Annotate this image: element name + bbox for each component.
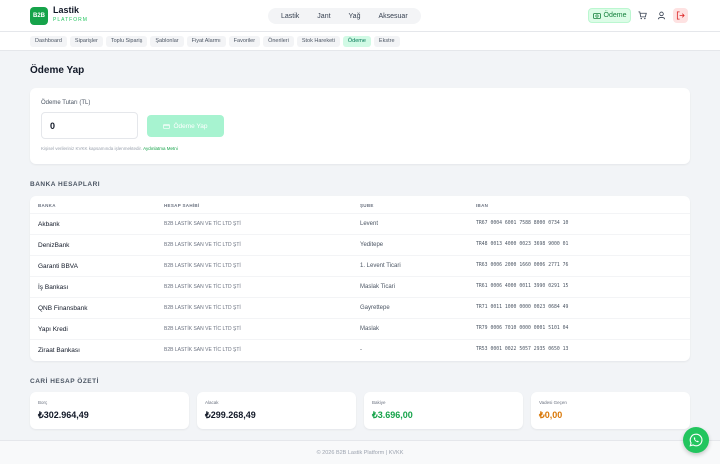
payment-card: Ödeme Tutarı (TL) Ödeme Yap Kişisel veri… — [30, 88, 690, 164]
summary-label: Bakiye — [372, 400, 386, 405]
branch-name: Maslak Ticari — [360, 284, 396, 290]
account-owner: B2B LASTİK SAN VE TİC LTD ŞTİ — [164, 221, 241, 227]
iban-value: TR61 0006 4000 0011 3990 0291 15 — [476, 284, 569, 289]
nav-lastik[interactable]: Lastik — [272, 13, 308, 20]
pay-button-label: Ödeme Yap — [173, 122, 208, 130]
nav-aksesuar[interactable]: Aksesuar — [369, 13, 416, 20]
branch-name: 1. Levent Ticari — [360, 263, 401, 269]
logout-button[interactable] — [673, 8, 688, 23]
amount-input[interactable] — [41, 112, 138, 139]
bank-name: QNB Finansbank — [38, 305, 88, 312]
account-owner: B2B LASTİK SAN VE TİC LTD ŞTİ — [164, 326, 241, 332]
sub-navigation: Dashboard Siparişler Toplu Sipariş Şablonla… — [0, 32, 720, 51]
summary-card: Borç ₺302.964,49 — [30, 392, 189, 429]
kvkk-link[interactable]: Aydınlatma Metni — [143, 146, 178, 151]
column-header-branch: ŞUBE — [360, 203, 374, 208]
account-summary-title: CARİ HESAP ÖZETİ — [30, 378, 99, 385]
money-icon — [592, 12, 601, 19]
subnav-item[interactable]: Şablonlar — [150, 36, 184, 47]
account-owner: B2B LASTİK SAN VE TİC LTD ŞTİ — [164, 263, 241, 269]
page-title: Ödeme Yap — [30, 65, 85, 76]
cart-icon — [638, 11, 647, 20]
column-header-owner: HESAP SAHİBİ — [164, 203, 200, 208]
branch-name: Gayrettepe — [360, 305, 390, 311]
sub-navigation-items: Dashboard Siparişler Toplu Sipariş Şablonla… — [30, 36, 400, 47]
summary-value: ₺299.268,49 — [205, 410, 256, 420]
bank-name: DenizBank — [38, 242, 70, 249]
logout-icon — [676, 11, 685, 20]
summary-value: ₺3.696,00 — [372, 410, 413, 420]
summary-label: Alacak — [205, 400, 219, 405]
account-owner: B2B LASTİK SAN VE TİC LTD ŞTİ — [164, 242, 241, 248]
subnav-item[interactable]: Önerileri — [263, 36, 294, 47]
bank-name: Akbank — [38, 221, 60, 228]
summary-value: ₺0,00 — [539, 410, 563, 420]
pay-button[interactable]: Ödeme Yap — [147, 115, 224, 137]
subnav-item[interactable]: Fiyat Alarmı — [186, 36, 226, 47]
summary-card: Alacak ₺299.268,49 — [197, 392, 356, 429]
iban-value: TR48 0013 4000 0023 3698 9000 01 — [476, 242, 569, 247]
bank-accounts-title: BANKA HESAPLARI — [30, 181, 101, 188]
iban-value: TR63 0006 2000 1660 0006 2771 76 — [476, 263, 569, 268]
amount-label: Ödeme Tutarı (TL) — [41, 100, 91, 106]
bank-name: Ziraat Bankası — [38, 347, 80, 354]
brand-subtitle: PLATFORM — [53, 17, 88, 23]
account-owner: B2B LASTİK SAN VE TİC LTD ŞTİ — [164, 305, 241, 311]
subnav-item[interactable]: Favoriler — [228, 36, 261, 47]
summary-value: ₺302.964,49 — [38, 410, 89, 420]
card-icon — [163, 123, 171, 129]
account-owner: B2B LASTİK SAN VE TİC LTD ŞTİ — [164, 284, 241, 290]
category-nav: Lastik Jant Yağ Aksesuar — [268, 8, 421, 24]
bank-name: Yapı Kredi — [38, 326, 68, 333]
table-row: Ziraat Bankası B2B LASTİK SAN VE TİC LTD … — [30, 339, 690, 360]
table-row: İş Bankası B2B LASTİK SAN VE TİC LTD ŞTİ M… — [30, 276, 690, 297]
branch-name: Maslak — [360, 326, 380, 332]
iban-value: TR79 0006 7010 0000 0001 5101 04 — [476, 326, 569, 331]
table-row: Garanti BBVA B2B LASTİK SAN VE TİC LTD ŞT… — [30, 255, 690, 276]
user-button[interactable] — [654, 8, 669, 23]
footer: © 2026 B2B Lastik Platform | KVKK — [0, 440, 720, 464]
subnav-item[interactable]: Ödeme — [342, 36, 371, 47]
iban-value: TR71 0011 1000 0000 0023 0684 49 — [476, 305, 569, 310]
bank-name: İş Bankası — [38, 284, 69, 291]
user-icon — [657, 11, 666, 20]
kvkk-note-text: Kişisel verileriniz KVKK kapsamında işle… — [41, 146, 143, 151]
brand-name: Lastik — [53, 5, 80, 15]
summary-label: Vadesi Geçen — [539, 400, 567, 405]
column-header-iban: IBAN — [476, 203, 489, 208]
table-row: QNB Finansbank B2B LASTİK SAN VE TİC LTD … — [30, 297, 690, 318]
branch-name: Yeditepe — [360, 242, 384, 248]
odeme-button[interactable]: Ödeme — [588, 8, 631, 23]
column-header-bank: BANKA — [38, 203, 56, 208]
summary-card: Bakiye ₺3.696,00 — [364, 392, 523, 429]
odeme-button-label: Ödeme — [603, 12, 627, 19]
subnav-item[interactable]: Dashboard — [30, 36, 67, 47]
iban-value: TR67 0004 6001 7588 8000 0734 10 — [476, 221, 569, 226]
top-header: B2B Lastik PLATFORM Lastik Jant Yağ Akse… — [0, 0, 720, 32]
branch-name: Levent — [360, 221, 379, 227]
kvkk-note: Kişisel verileriniz KVKK kapsamında işle… — [41, 146, 178, 151]
subnav-item[interactable]: Siparişler — [69, 36, 103, 47]
iban-value: TR53 0001 0022 5057 2935 0650 13 — [476, 347, 569, 352]
nav-jant[interactable]: Jant — [308, 13, 339, 20]
whatsapp-button[interactable] — [683, 427, 709, 453]
branch-name: - — [360, 347, 362, 353]
summary-label: Borç — [38, 400, 48, 405]
bank-name: Garanti BBVA — [38, 263, 78, 270]
bank-accounts-table: BANKA HESAP SAHİBİ ŞUBE IBAN Akbank B2B L… — [30, 196, 690, 361]
cart-button[interactable] — [635, 8, 650, 23]
summary-card: Vadesi Geçen ₺0,00 — [531, 392, 690, 429]
account-owner: B2B LASTİK SAN VE TİC LTD ŞTİ — [164, 347, 241, 353]
footer-text: © 2026 B2B Lastik Platform | KVKK — [316, 449, 404, 456]
brand-logo[interactable]: B2B — [30, 7, 48, 25]
subnav-item[interactable]: Toplu Sipariş — [105, 36, 148, 47]
subnav-item[interactable]: Stok Hareketi — [296, 36, 340, 47]
nav-yag[interactable]: Yağ — [340, 13, 370, 20]
table-row: DenizBank B2B LASTİK SAN VE TİC LTD ŞTİ Ye… — [30, 234, 690, 255]
whatsapp-icon — [689, 433, 703, 447]
table-row: Akbank B2B LASTİK SAN VE TİC LTD ŞTİ Leven… — [30, 213, 690, 234]
subnav-item[interactable]: Ekstre — [373, 36, 400, 47]
table-row: Yapı Kredi B2B LASTİK SAN VE TİC LTD ŞTİ M… — [30, 318, 690, 339]
